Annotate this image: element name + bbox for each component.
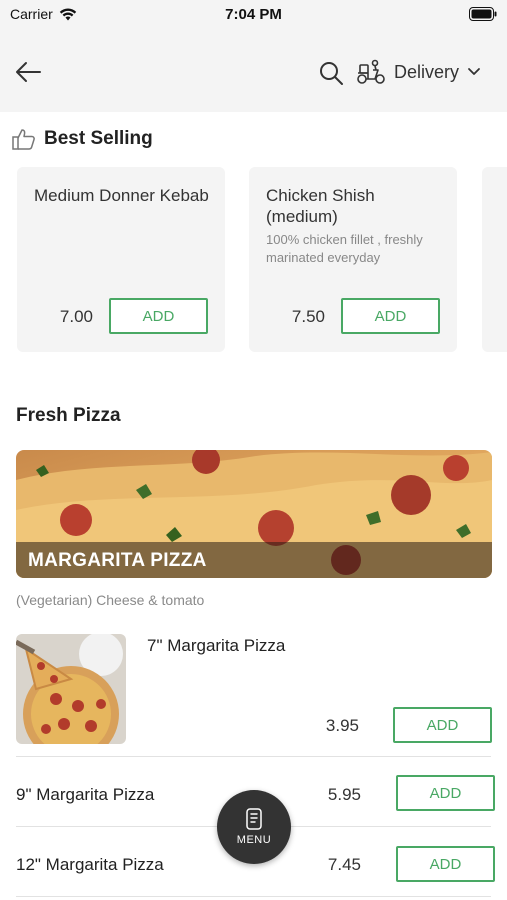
scooter-icon	[357, 59, 385, 84]
divider	[16, 756, 491, 757]
item-name: 12" Margarita Pizza	[16, 855, 164, 874]
add-button[interactable]: ADD	[396, 846, 495, 882]
item-photo	[16, 634, 126, 744]
category-description: (Vegetarian) Cheese & tomato	[16, 592, 205, 608]
item-price: 5.95	[327, 785, 361, 804]
card-name: Medium Donner Kebab	[34, 186, 209, 205]
add-button[interactable]: ADD	[109, 298, 208, 334]
delivery-label: Delivery	[394, 61, 460, 82]
best-selling-title: Best Selling	[44, 128, 153, 149]
menu-button[interactable]: MENU	[217, 790, 291, 864]
divider	[16, 896, 491, 897]
battery-icon	[469, 7, 497, 21]
add-button[interactable]: ADD	[341, 298, 440, 334]
item-price: 7.45	[327, 855, 361, 874]
best-selling-header: Best Selling	[12, 128, 153, 150]
category-name: MARGARITA PIZZA	[28, 550, 207, 571]
status-bar: Carrier 7:04 PM	[0, 0, 507, 30]
card-description: 100% chicken fillet , freshly marinated …	[266, 232, 423, 265]
add-button[interactable]: ADD	[396, 775, 495, 811]
status-time: 7:04 PM	[225, 6, 282, 23]
item-name: 7" Margarita Pizza	[147, 636, 286, 655]
item-price: 3.95	[325, 716, 359, 735]
item-name: 9" Margarita Pizza	[16, 785, 155, 804]
header-bar: Delivery	[0, 30, 507, 112]
best-selling-card[interactable]: Medium Donner Kebab 7.00 ADD	[17, 167, 225, 352]
delivery-selector[interactable]: Delivery	[356, 56, 481, 88]
add-button[interactable]: ADD	[393, 707, 492, 743]
thumbs-up-icon	[12, 129, 35, 150]
chevron-down-icon	[468, 68, 480, 75]
pepperoni-pizza-image	[16, 634, 126, 744]
best-selling-card-peek[interactable]	[482, 167, 507, 352]
fresh-pizza-title: Fresh Pizza	[16, 405, 121, 426]
category-banner[interactable]: MARGARITA PIZZA	[16, 450, 492, 578]
arrow-left-icon[interactable]	[12, 56, 44, 88]
menu-card-icon	[246, 808, 262, 830]
menu-label: MENU	[236, 834, 272, 846]
card-price: 7.50	[291, 307, 325, 326]
search-icon[interactable]	[318, 60, 344, 86]
best-selling-card[interactable]: Chicken Shish (medium) 100% chicken fill…	[249, 167, 457, 352]
card-price: 7.00	[59, 307, 93, 326]
card-name: Chicken Shish (medium)	[266, 186, 375, 226]
